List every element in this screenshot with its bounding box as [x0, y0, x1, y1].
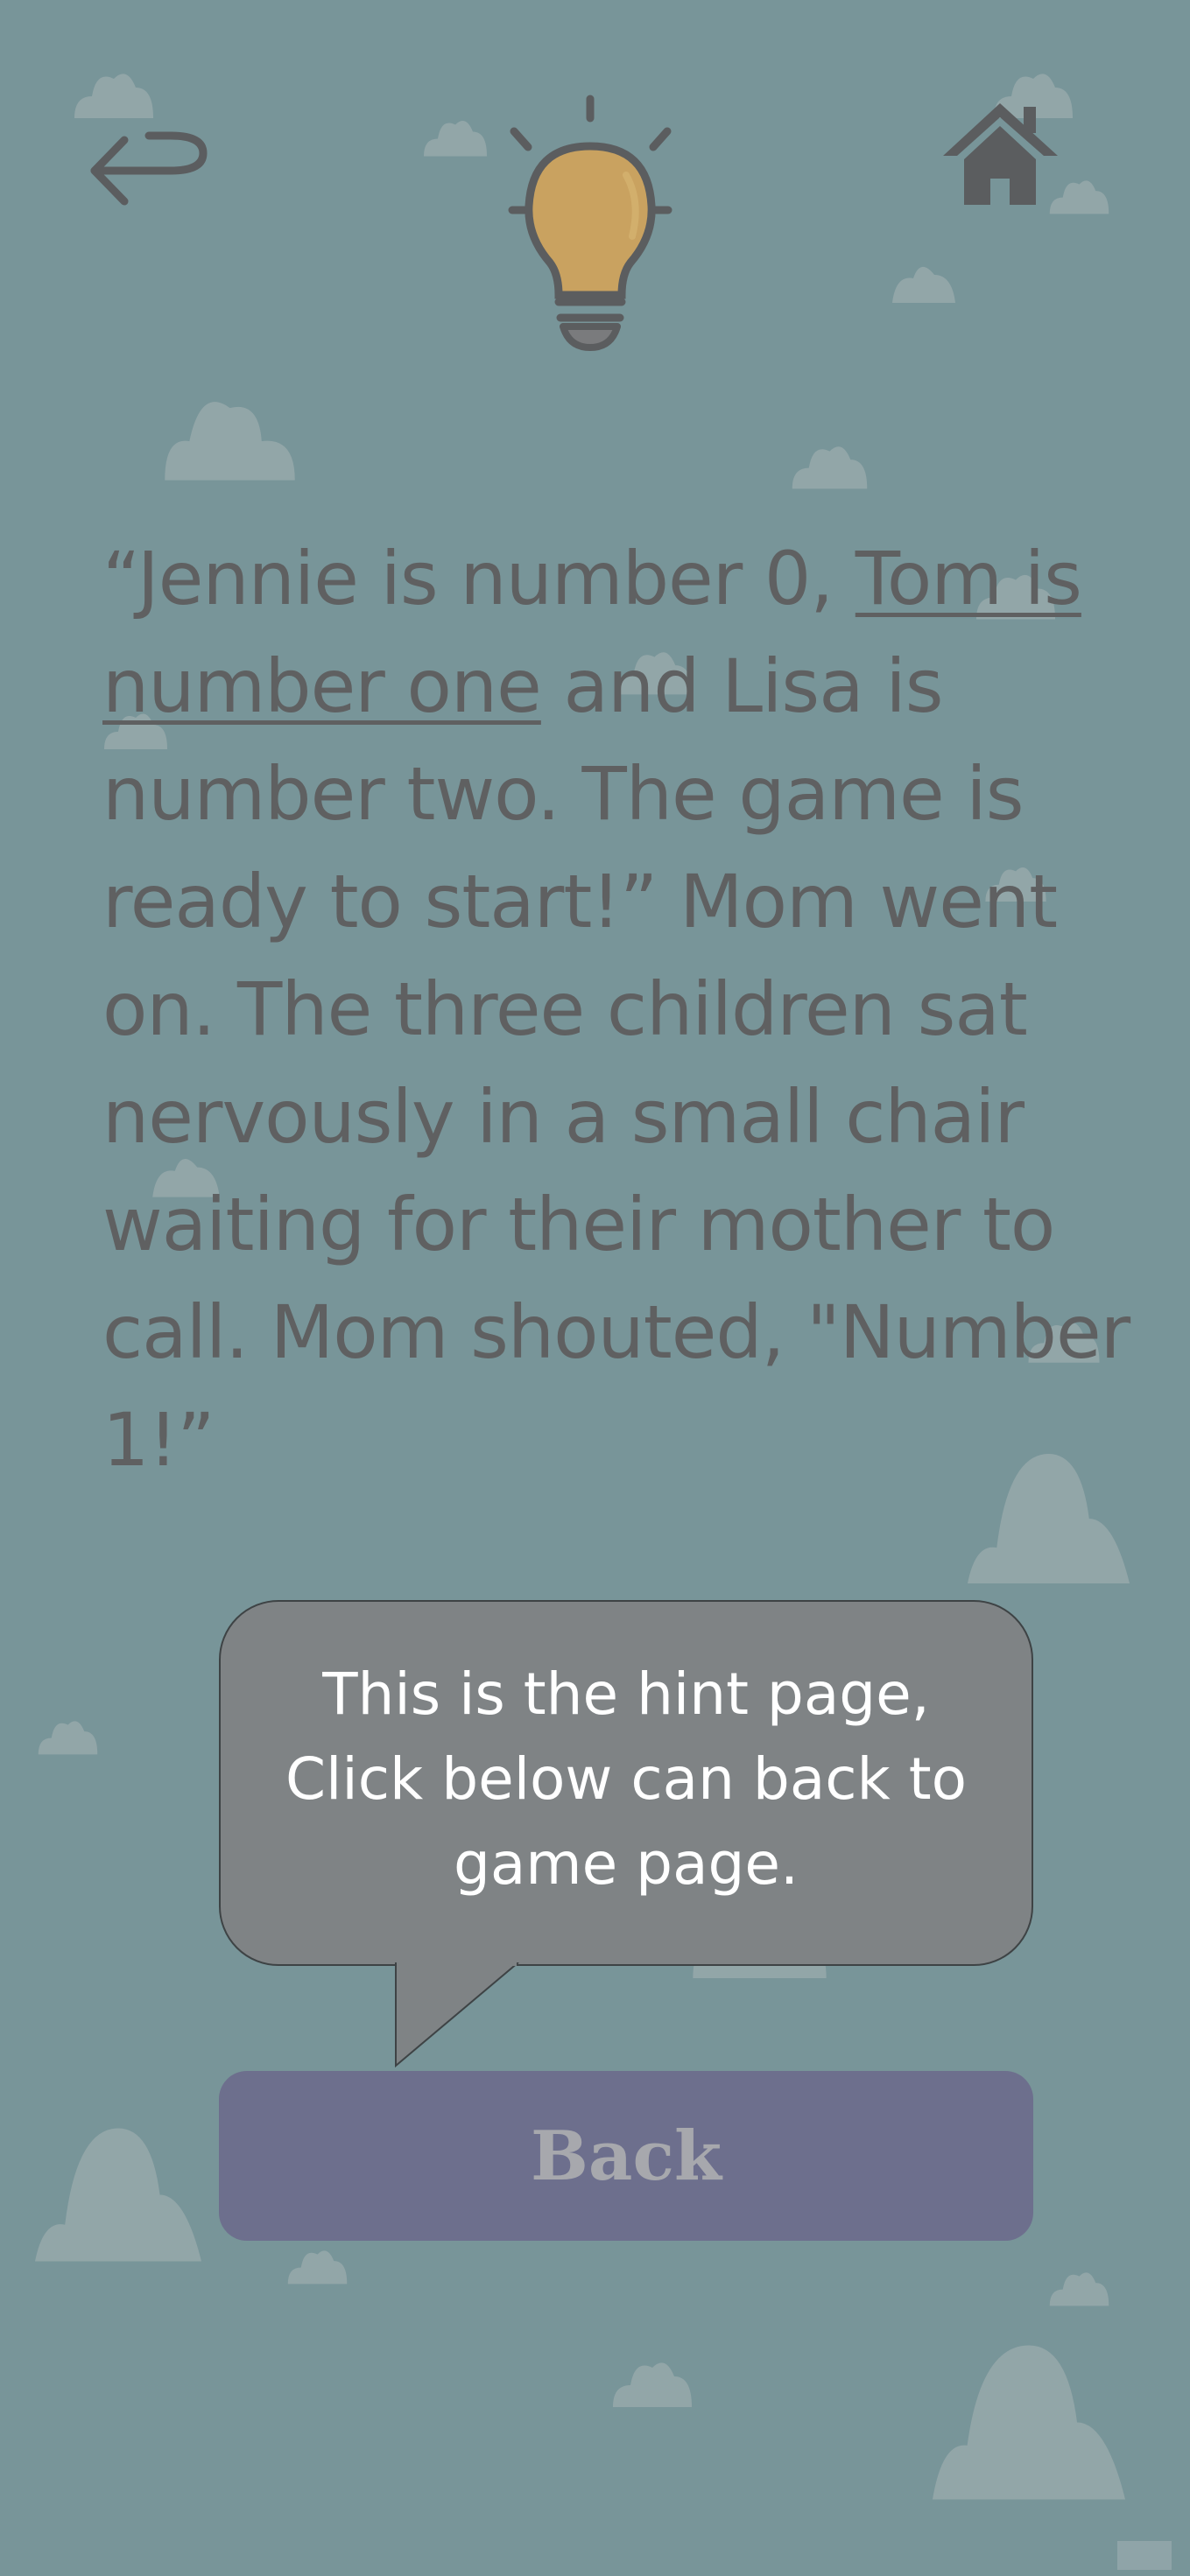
home-button[interactable]	[941, 98, 1060, 207]
cloud-decoration	[933, 2345, 1125, 2500]
cloud-decoration	[35, 2128, 201, 2262]
return-arrow-icon	[90, 131, 208, 206]
cloud-decoration	[165, 402, 295, 481]
back-button-label: Back	[530, 2116, 722, 2196]
cloud-decoration	[613, 2362, 692, 2407]
hint-message: This is the hint page, Click below can b…	[285, 1660, 968, 1898]
cloud-decoration	[74, 74, 153, 118]
cloud-decoration	[287, 2250, 348, 2285]
story-segment: “Jennie is number 0,	[102, 536, 856, 621]
back-button[interactable]: Back	[219, 2071, 1033, 2241]
home-icon	[943, 103, 1058, 205]
story-text: “Jennie is number 0, Tom is number one a…	[102, 525, 1131, 1494]
cloud-decoration	[1049, 2272, 1109, 2306]
story-segment: and Lisa is number two. The game is read…	[102, 643, 1130, 1483]
cloud-decoration	[38, 1721, 98, 1755]
hint-speech-bubble: This is the hint page, Click below can b…	[219, 1600, 1033, 1966]
cloud-decoration	[792, 446, 868, 489]
speech-bubble-tail	[395, 1962, 519, 2067]
corner-decoration	[1117, 2541, 1172, 2570]
cloud-decoration	[892, 266, 955, 303]
lightbulb-icon	[473, 92, 718, 354]
back-arrow-button[interactable]	[88, 123, 210, 219]
